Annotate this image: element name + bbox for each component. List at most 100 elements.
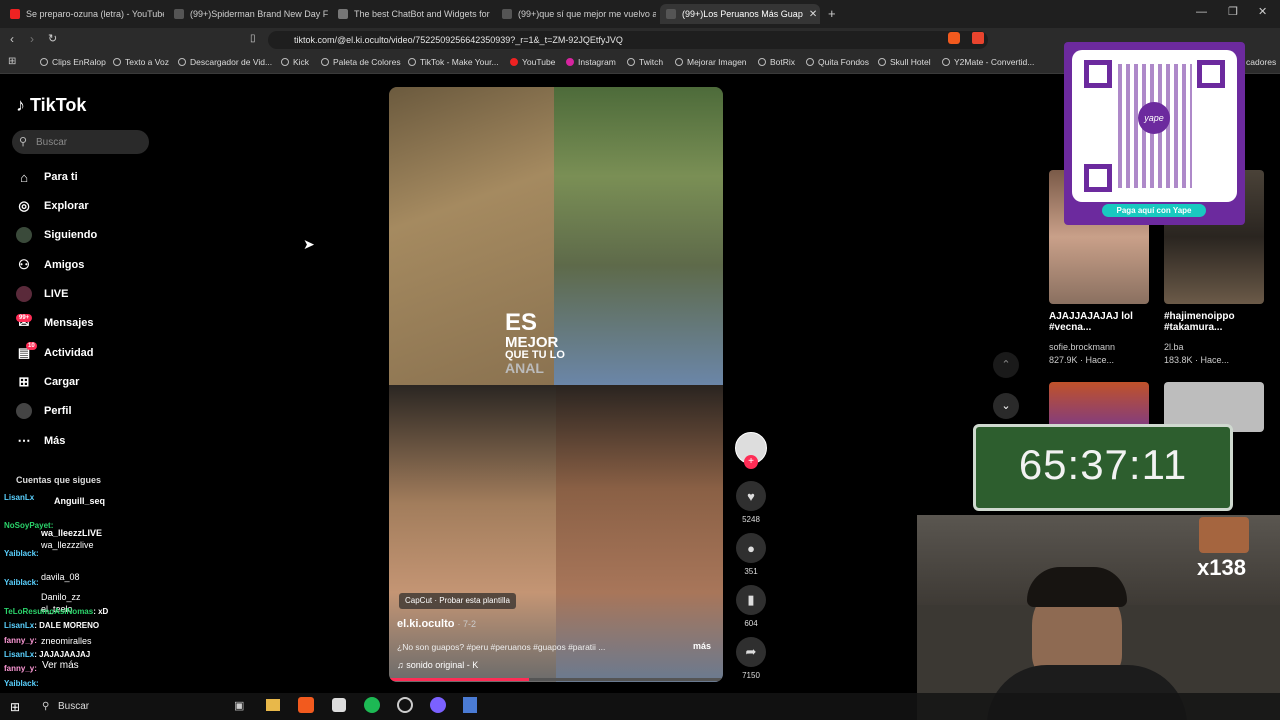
bookmark-page-icon[interactable]: ▯ bbox=[250, 33, 256, 44]
browser-tab-active[interactable]: (99+)Los Peruanos Más Guap ✕ bbox=[660, 4, 820, 24]
capcut-template-link[interactable]: CapCut · Probar esta plantilla bbox=[399, 593, 516, 609]
close-window-icon[interactable]: ✕ bbox=[1258, 5, 1267, 18]
share-button[interactable]: ➦ 7150 bbox=[736, 637, 766, 680]
like-button[interactable]: ♥ 5248 bbox=[736, 481, 766, 524]
video-frame-bottom-right bbox=[556, 385, 723, 682]
bookmark-item[interactable]: BotRix bbox=[758, 57, 795, 67]
webcam-feed: x138 bbox=[917, 515, 1280, 720]
browser-tab[interactable]: The best ChatBot and Widgets for Ki bbox=[332, 4, 492, 24]
activity-badge: 10 bbox=[26, 342, 37, 350]
following-account[interactable]: davila_08 bbox=[41, 572, 80, 582]
video-player[interactable]: ES MEJOR QUE TU LO ANAL CapCut · Probar … bbox=[389, 87, 723, 682]
minimize-icon[interactable]: — bbox=[1196, 6, 1207, 18]
chat-message: LisanLx: JAJAJAAJAJ bbox=[4, 650, 91, 659]
globe-icon bbox=[321, 58, 329, 66]
nav-item-explorar[interactable]: ◎ Explorar bbox=[16, 195, 88, 217]
back-icon[interactable]: ‹ bbox=[10, 32, 14, 46]
chat-message: Yaiblack: bbox=[4, 679, 39, 688]
bookmark-item[interactable]: Y2Mate - Convertid... bbox=[942, 57, 1034, 67]
bookmark-item[interactable]: Kick bbox=[281, 57, 309, 67]
nav-item-live[interactable]: LIVE bbox=[16, 283, 68, 305]
recommended-author[interactable]: sofie.brockmann bbox=[1049, 342, 1115, 352]
upload-icon: ⊞ bbox=[18, 374, 30, 389]
store-icon[interactable] bbox=[332, 698, 346, 712]
recommended-title[interactable]: #hajimenoippo #takamura... bbox=[1164, 311, 1254, 333]
emote-counter: x138 bbox=[1197, 555, 1246, 580]
bookmark-item[interactable]: cadores bbox=[1246, 57, 1276, 67]
new-tab-button[interactable]: + bbox=[828, 6, 836, 21]
follow-plus-icon[interactable]: + bbox=[744, 455, 758, 469]
bookmark-item[interactable]: Skull Hotel bbox=[878, 57, 931, 67]
video-progress-bar[interactable] bbox=[389, 678, 723, 681]
close-tab-icon[interactable]: ✕ bbox=[809, 9, 817, 20]
more-icon: ⋯ bbox=[17, 433, 31, 448]
search-input[interactable]: ⚲ Buscar bbox=[12, 130, 149, 154]
home-icon: ⌂ bbox=[20, 169, 28, 185]
video-caption: ¿No son guapos? #peru #peruanos #guapos … bbox=[397, 642, 606, 652]
brave-shield-icon[interactable] bbox=[948, 32, 960, 44]
bookmark-item[interactable]: Descargador de Vid... bbox=[178, 57, 272, 67]
chat-message: Yaiblack: bbox=[4, 549, 39, 558]
compass-icon: ◎ bbox=[18, 198, 30, 213]
bookmark-item[interactable]: YouTube bbox=[510, 57, 555, 67]
task-view-icon[interactable]: ▣ bbox=[234, 699, 244, 712]
youtube-icon bbox=[10, 9, 20, 19]
taskbar-search[interactable]: Buscar bbox=[58, 701, 89, 712]
globe-icon bbox=[113, 58, 121, 66]
nav-item-para-ti[interactable]: ⌂ Para ti bbox=[16, 166, 78, 188]
file-explorer-icon[interactable] bbox=[266, 699, 280, 711]
video-author[interactable]: el.ki.oculto · 7-2 bbox=[397, 618, 476, 630]
nav-item-mas[interactable]: ⋯ Más bbox=[16, 430, 66, 452]
apps-icon[interactable]: ⊞ bbox=[8, 56, 16, 67]
reload-icon[interactable]: ↻ bbox=[48, 32, 57, 45]
bookmark-item[interactable]: Clips EnRalop bbox=[40, 57, 106, 67]
restore-icon[interactable]: ❐ bbox=[1228, 5, 1238, 18]
nav-item-amigos[interactable]: ⚇ Amigos bbox=[16, 254, 84, 276]
browser-tab[interactable]: Se preparo-ozuna (letra) - YouTube bbox=[4, 4, 164, 24]
bookmark-item[interactable]: Quita Fondos bbox=[806, 57, 869, 67]
bookmark-item[interactable]: Instagram bbox=[566, 57, 616, 67]
following-account[interactable]: Danilo_zz bbox=[41, 592, 81, 602]
obs-icon[interactable] bbox=[397, 697, 413, 713]
nav-item-cargar[interactable]: ⊞ Cargar bbox=[16, 371, 80, 393]
bookmark-item[interactable]: TikTok - Make Your... bbox=[408, 57, 499, 67]
browser-tab[interactable]: (99+)Spiderman Brand New Day Full bbox=[168, 4, 328, 24]
following-account[interactable]: zneomiralles bbox=[41, 636, 92, 646]
chat-message: fanny_y: bbox=[4, 664, 37, 673]
tiktok-icon bbox=[502, 9, 512, 19]
spotify-icon[interactable] bbox=[364, 697, 380, 713]
brave-browser-icon[interactable] bbox=[298, 697, 314, 713]
following-account[interactable]: Anguill_seq bbox=[54, 496, 105, 506]
globe-icon bbox=[878, 58, 886, 66]
next-video-button[interactable]: ⌄ bbox=[993, 393, 1019, 419]
qr-code: yape bbox=[1072, 50, 1237, 202]
bookmark-item[interactable]: Paleta de Colores bbox=[321, 57, 401, 67]
video-sound[interactable]: ♫ sonido original - K bbox=[397, 660, 478, 670]
recommended-author[interactable]: 2l.ba bbox=[1164, 342, 1184, 352]
bookmark-item[interactable]: Mejorar Imagen bbox=[675, 57, 747, 67]
nav-item-perfil[interactable]: Perfil bbox=[16, 400, 72, 422]
globe-icon bbox=[408, 58, 416, 66]
profile-icon bbox=[16, 403, 32, 419]
browser-tab[interactable]: (99+)que sí que mejor me vuelvo a g bbox=[496, 4, 656, 24]
see-more-link[interactable]: Ver más bbox=[42, 660, 79, 671]
recommended-title[interactable]: AJAJJAJAJAJ lol #vecna... bbox=[1049, 311, 1139, 333]
save-button[interactable]: ▮ 604 bbox=[736, 585, 766, 628]
windows-start-icon[interactable]: ⊞ bbox=[10, 700, 20, 714]
instagram-icon bbox=[566, 58, 574, 66]
video-progress-fill bbox=[389, 678, 530, 681]
nav-item-siguiendo[interactable]: Siguiendo bbox=[16, 224, 97, 246]
comment-button[interactable]: ● 351 bbox=[736, 533, 766, 576]
previous-video-button[interactable]: ⌃ bbox=[993, 352, 1019, 378]
tiktok-logo[interactable]: ♪ TikTok bbox=[16, 95, 86, 116]
forward-icon[interactable]: › bbox=[30, 32, 34, 46]
url-bar[interactable]: tiktok.com/@el.ki.oculto/video/752250925… bbox=[268, 31, 988, 49]
app-icon[interactable] bbox=[430, 697, 446, 713]
bookmark-item[interactable]: Twitch bbox=[627, 57, 663, 67]
bookmark-item[interactable]: Texto a Voz bbox=[113, 57, 169, 67]
following-account[interactable]: wa_llezzzlive bbox=[41, 540, 94, 550]
caption-more-button[interactable]: más bbox=[693, 641, 711, 651]
brave-rewards-icon[interactable] bbox=[972, 32, 984, 44]
app-icon[interactable] bbox=[463, 697, 477, 713]
music-note-icon: ♫ bbox=[397, 660, 404, 670]
